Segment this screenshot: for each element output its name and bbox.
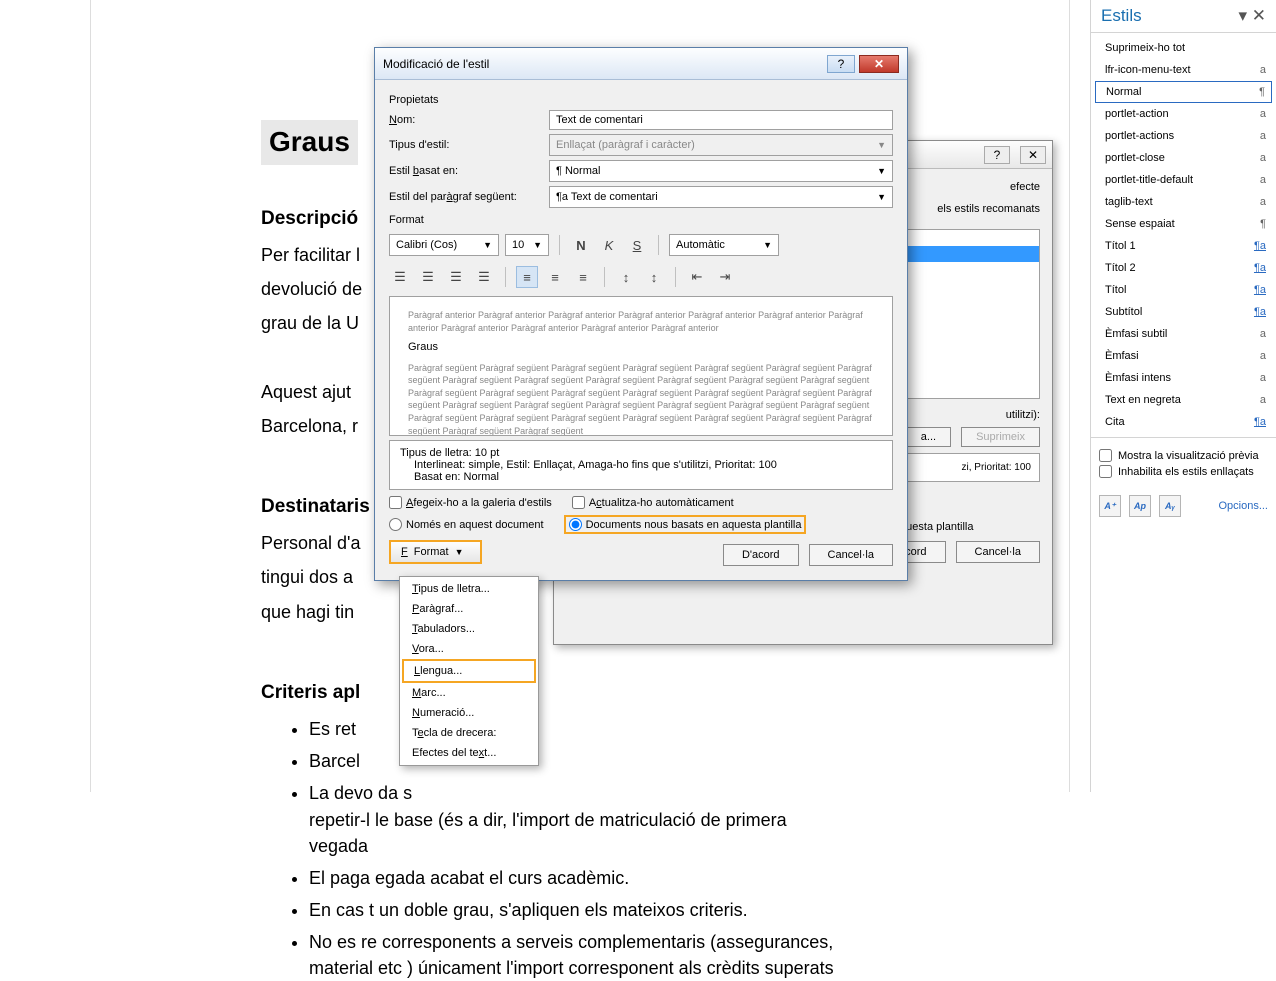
doc-title: Graus — [261, 120, 358, 165]
styles-title-text: Estils — [1101, 6, 1142, 26]
close-button[interactable]: ✕ — [1020, 146, 1046, 164]
doc-heading-criteria: Criteris apl — [261, 679, 899, 707]
cancel-button[interactable]: Cancel·la — [809, 544, 893, 566]
disable-linked-checkbox[interactable]: Inhabilita els estils enllaçats — [1099, 465, 1268, 478]
style-item[interactable]: Text en negretaa — [1091, 389, 1276, 411]
modify-style-dialog: Modificació de l'estil ? ✕ Propietats No… — [374, 47, 908, 581]
space-before-dec-button[interactable]: ↕ — [643, 266, 665, 288]
format-menu-item[interactable]: Tabuladors... — [402, 619, 536, 639]
style-item[interactable]: portlet-actiona — [1091, 103, 1276, 125]
underline-button[interactable]: S — [626, 234, 648, 256]
format-dropdown-menu[interactable]: Tipus de lletra...Paràgraf...Tabuladors.… — [399, 576, 539, 766]
new-style-icon[interactable]: A⁺ — [1099, 495, 1121, 517]
modify-dialog-titlebar[interactable]: Modificació de l'estil ? ✕ — [375, 48, 907, 80]
name-label: Nom: — [389, 114, 539, 126]
delete-button[interactable]: Suprimeix — [961, 427, 1040, 447]
style-item[interactable]: Èmfasia — [1091, 345, 1276, 367]
style-item[interactable]: taglib-texta — [1091, 191, 1276, 213]
font-color-select[interactable]: Automàtic▼ — [669, 234, 779, 256]
next-paragraph-label: Estil del paràgraf següent: — [389, 191, 539, 203]
help-button[interactable]: ? — [984, 146, 1010, 164]
only-document-radio[interactable]: Només en aquest document — [389, 518, 544, 531]
styles-pane: Estils ▾ ✕ Suprimeix-ho totlfr-icon-menu… — [1090, 0, 1276, 792]
line-spacing-15-button[interactable]: ≡ — [544, 266, 566, 288]
style-item[interactable]: Sense espaiat¶ — [1091, 213, 1276, 235]
show-preview-checkbox[interactable]: Mostra la visualització prèvia — [1099, 449, 1268, 462]
auto-update-checkbox[interactable]: Actualitza-ho automàticament — [572, 496, 734, 509]
based-on-select[interactable]: ¶ Normal▼ — [549, 160, 893, 182]
style-item[interactable]: Títol 2¶a — [1091, 257, 1276, 279]
style-description: Tipus de lletra: 10 pt Interlineat: simp… — [389, 440, 893, 490]
close-button[interactable]: ✕ — [859, 55, 899, 73]
align-left-button[interactable]: ☰ — [389, 266, 411, 288]
ok-button[interactable]: D'acord — [723, 544, 799, 566]
format-menu-button[interactable]: FFormat▼ — [389, 540, 482, 564]
styles-pane-close[interactable]: ▾ ✕ — [1238, 6, 1266, 26]
styles-footer: A⁺ Ap Aᵧ Opcions... — [1091, 489, 1276, 523]
list-item: Es ret — [309, 716, 899, 742]
list-item: No es re corresponents a serveis complem… — [309, 929, 899, 981]
style-name-input[interactable] — [549, 110, 893, 130]
align-right-button[interactable]: ☰ — [445, 266, 467, 288]
bold-button[interactable]: N — [570, 234, 592, 256]
style-inspector-icon[interactable]: Ap — [1129, 495, 1151, 517]
line-spacing-2-button[interactable]: ≡ — [572, 266, 594, 288]
format-menu-item[interactable]: Vora... — [402, 639, 536, 659]
style-item[interactable]: Èmfasi intensa — [1091, 367, 1276, 389]
format-menu-item[interactable]: Llengua... — [402, 659, 536, 683]
style-item[interactable]: Suprimeix-ho tot — [1091, 37, 1276, 59]
list-item: Barcel — [309, 748, 899, 774]
line-spacing-1-button[interactable]: ≡ — [516, 266, 538, 288]
format-menu-item[interactable]: Tipus de lletra... — [402, 579, 536, 599]
cancel-button[interactable]: Cancel·la — [956, 541, 1040, 563]
paragraph-toolbar: ☰ ☰ ☰ ☰ ≡ ≡ ≡ ↕ ↕ ⇤ ⇥ — [389, 264, 893, 290]
based-on-label: Estil basat en: — [389, 165, 539, 177]
list-item: En cas t un doble grau, s'apliquen els m… — [309, 897, 899, 923]
space-before-inc-button[interactable]: ↕ — [615, 266, 637, 288]
style-item[interactable]: Títol¶a — [1091, 279, 1276, 301]
style-item[interactable]: lfr-icon-menu-texta — [1091, 59, 1276, 81]
style-item[interactable]: Cita¶a — [1091, 411, 1276, 433]
align-center-button[interactable]: ☰ — [417, 266, 439, 288]
styles-list[interactable]: Suprimeix-ho totlfr-icon-menu-textaNorma… — [1091, 33, 1276, 437]
indent-decrease-button[interactable]: ⇤ — [686, 266, 708, 288]
doc-list: Es ret Barcel La devo da srepetir-l le b… — [261, 716, 899, 981]
add-to-gallery-checkbox[interactable]: Afegeix-ho a la galeria d'estils — [389, 496, 552, 509]
manage-styles-icon[interactable]: Aᵧ — [1159, 495, 1181, 517]
list-item: El paga egada acabat el curs acadèmic. — [309, 865, 899, 891]
style-item[interactable]: portlet-actionsa — [1091, 125, 1276, 147]
format-menu-item[interactable]: Efectes del text... — [402, 743, 536, 763]
style-preview-box: Paràgraf anterior Paràgraf anterior Parà… — [389, 296, 893, 436]
new-documents-radio[interactable]: Documents nous basats en aquesta plantil… — [569, 518, 802, 531]
italic-button[interactable]: K — [598, 234, 620, 256]
modify-button[interactable]: a... — [906, 427, 951, 447]
font-toolbar: Calibri (Cos)▼ 10▼ N K S Automàtic▼ — [389, 232, 893, 258]
styles-pane-title: Estils ▾ ✕ — [1091, 0, 1276, 33]
indent-increase-button[interactable]: ⇥ — [714, 266, 736, 288]
font-family-select[interactable]: Calibri (Cos)▼ — [389, 234, 499, 256]
format-menu-item[interactable]: Tecla de drecera: — [402, 723, 536, 743]
style-item[interactable]: portlet-closea — [1091, 147, 1276, 169]
format-menu-item[interactable]: Numeració... — [402, 703, 536, 723]
next-paragraph-select[interactable]: ¶a Text de comentari▼ — [549, 186, 893, 208]
properties-label: Propietats — [389, 94, 893, 106]
list-item: La devo da srepetir-l le base (és a dir,… — [309, 780, 899, 858]
style-item[interactable]: Normal¶ — [1095, 81, 1272, 103]
styles-options: Mostra la visualització prèvia Inhabilit… — [1091, 437, 1276, 489]
font-size-select[interactable]: 10▼ — [505, 234, 549, 256]
styles-options-link[interactable]: Opcions... — [1218, 500, 1268, 512]
dialog-title: Modificació de l'estil — [383, 57, 489, 71]
style-type-select: Enllaçat (paràgraf i caràcter)▼ — [549, 134, 893, 156]
modify-dialog-body: Propietats Nom: Tipus d'estil: Enllaçat … — [375, 80, 907, 580]
format-menu-item[interactable]: Paràgraf... — [402, 599, 536, 619]
type-label: Tipus d'estil: — [389, 139, 539, 151]
style-item[interactable]: portlet-title-defaulta — [1091, 169, 1276, 191]
align-justify-button[interactable]: ☰ — [473, 266, 495, 288]
style-item[interactable]: Títol 1¶a — [1091, 235, 1276, 257]
style-item[interactable]: Subtítol¶a — [1091, 301, 1276, 323]
help-button[interactable]: ? — [827, 55, 855, 73]
format-menu-item[interactable]: Marc... — [402, 683, 536, 703]
format-label: Format — [389, 214, 893, 226]
style-item[interactable]: Èmfasi subtila — [1091, 323, 1276, 345]
